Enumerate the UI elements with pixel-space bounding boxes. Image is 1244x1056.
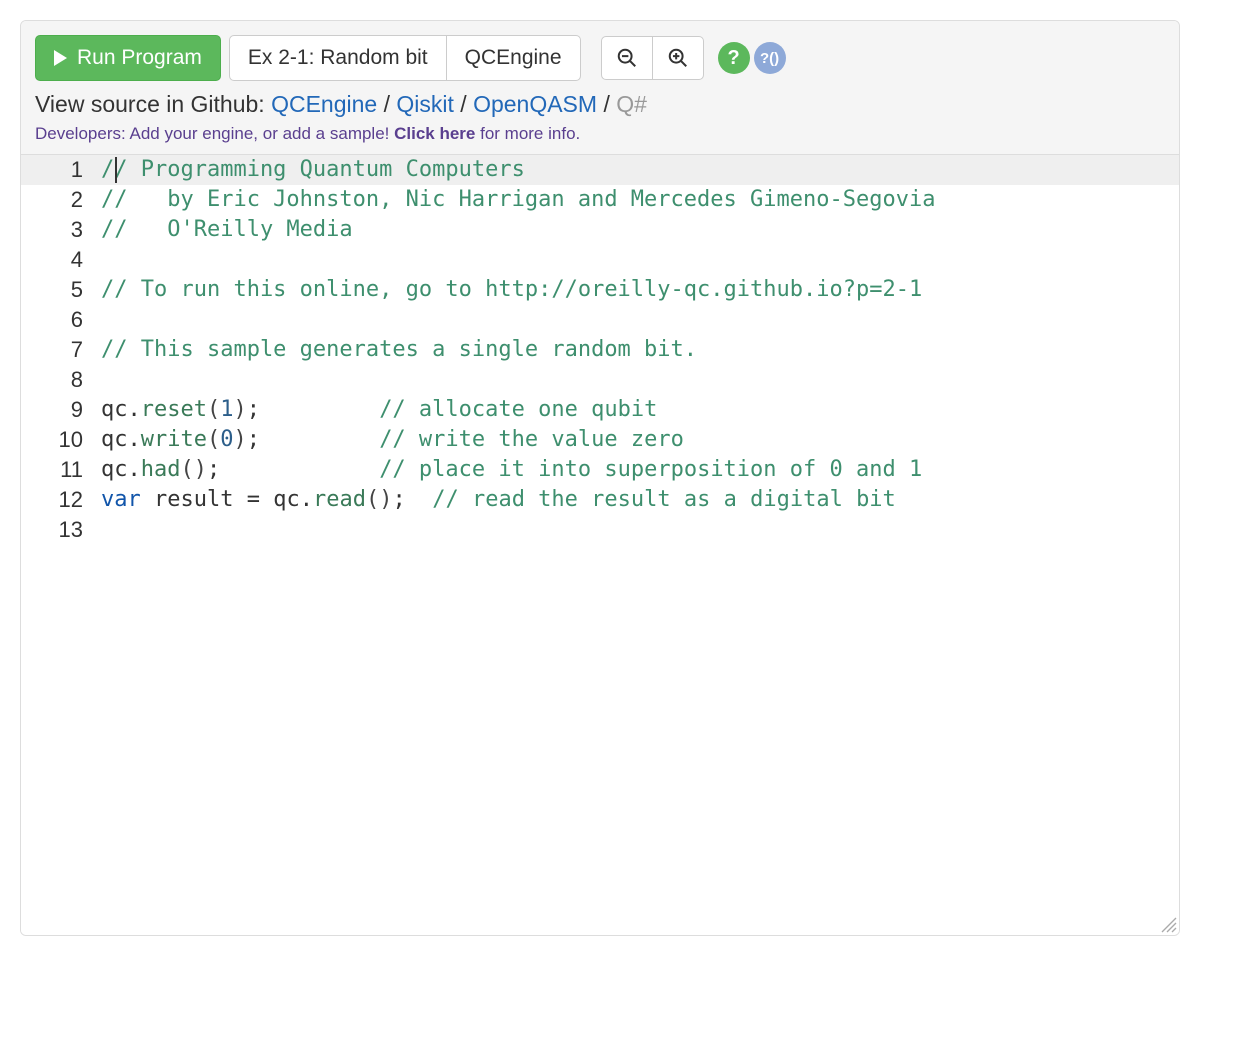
line-number: 8 [21, 365, 101, 395]
engine-select[interactable]: QCEngine [446, 35, 581, 81]
line-number: 3 [21, 215, 101, 245]
code-content[interactable]: var result = qc.read(); // read the resu… [101, 485, 1179, 515]
zoom-in-button[interactable] [652, 36, 704, 80]
code-line[interactable]: 3// O'Reilly Media [21, 215, 1179, 245]
line-number: 11 [21, 455, 101, 485]
help-button[interactable]: ? [718, 42, 750, 74]
app-panel: Run Program Ex 2-1: Random bit QCEngine [20, 20, 1180, 936]
code-line[interactable]: 10qc.write(0); // write the value zero [21, 425, 1179, 455]
code-content[interactable] [101, 245, 1179, 275]
code-content[interactable]: qc.write(0); // write the value zero [101, 425, 1179, 455]
zoom-in-icon [667, 47, 689, 69]
line-number: 9 [21, 395, 101, 425]
click-here-link[interactable]: Click here [394, 124, 475, 143]
code-content[interactable]: // by Eric Johnston, Nic Harrigan and Me… [101, 185, 1179, 215]
code-line[interactable]: 12var result = qc.read(); // read the re… [21, 485, 1179, 515]
code-line[interactable]: 2// by Eric Johnston, Nic Harrigan and M… [21, 185, 1179, 215]
code-content[interactable]: // O'Reilly Media [101, 215, 1179, 245]
line-number: 6 [21, 305, 101, 335]
code-line[interactable]: 13 [21, 515, 1179, 545]
reference-icon: ?() [760, 50, 779, 67]
code-line[interactable]: 5// To run this online, go to http://ore… [21, 275, 1179, 305]
resize-grip-icon[interactable] [1159, 915, 1177, 933]
line-number: 2 [21, 185, 101, 215]
code-content[interactable] [101, 305, 1179, 335]
line-number: 7 [21, 335, 101, 365]
code-line[interactable]: 8 [21, 365, 1179, 395]
code-line[interactable]: 1// Programming Quantum Computers [21, 155, 1179, 185]
code-content[interactable]: // To run this online, go to http://orei… [101, 275, 1179, 305]
toolbar: Run Program Ex 2-1: Random bit QCEngine [35, 35, 1165, 81]
view-source-line: View source in Github: QCEngine / Qiskit… [35, 91, 1165, 118]
reference-button[interactable]: ?() [754, 42, 786, 74]
line-number: 1 [21, 155, 101, 185]
example-select[interactable]: Ex 2-1: Random bit [229, 35, 447, 81]
source-link-openqasm[interactable]: OpenQASM [473, 91, 597, 117]
code-line[interactable]: 9qc.reset(1); // allocate one qubit [21, 395, 1179, 425]
help-icon: ? [727, 47, 739, 70]
help-buttons: ? ?() [718, 42, 786, 74]
source-link-qsharp-disabled: Q# [616, 91, 647, 117]
run-program-button[interactable]: Run Program [35, 35, 221, 81]
code-content[interactable]: // This sample generates a single random… [101, 335, 1179, 365]
source-link-qiskit[interactable]: Qiskit [396, 91, 454, 117]
code-line[interactable]: 7// This sample generates a single rando… [21, 335, 1179, 365]
zoom-out-button[interactable] [601, 36, 653, 80]
code-content[interactable] [101, 515, 1179, 545]
code-content[interactable]: // Programming Quantum Computers [101, 155, 1179, 185]
zoom-group [601, 36, 704, 80]
play-icon [54, 50, 67, 66]
code-editor[interactable]: 1// Programming Quantum Computers2// by … [21, 155, 1179, 935]
source-link-qcengine[interactable]: QCEngine [271, 91, 377, 117]
line-number: 4 [21, 245, 101, 275]
line-number: 5 [21, 275, 101, 305]
code-line[interactable]: 11qc.had(); // place it into superpositi… [21, 455, 1179, 485]
zoom-out-icon [616, 47, 638, 69]
line-number: 12 [21, 485, 101, 515]
line-number: 10 [21, 425, 101, 455]
header: Run Program Ex 2-1: Random bit QCEngine [21, 21, 1179, 155]
code-line[interactable]: 6 [21, 305, 1179, 335]
line-number: 13 [21, 515, 101, 545]
code-content[interactable]: qc.reset(1); // allocate one qubit [101, 395, 1179, 425]
code-line[interactable]: 4 [21, 245, 1179, 275]
code-content[interactable]: qc.had(); // place it into superposition… [101, 455, 1179, 485]
selector-group: Ex 2-1: Random bit QCEngine [229, 35, 581, 81]
source-prefix: View source in Github: [35, 91, 271, 117]
run-label: Run Program [77, 46, 202, 70]
text-cursor [115, 157, 117, 183]
code-content[interactable] [101, 365, 1179, 395]
developer-line: Developers: Add your engine, or add a sa… [35, 124, 1165, 144]
